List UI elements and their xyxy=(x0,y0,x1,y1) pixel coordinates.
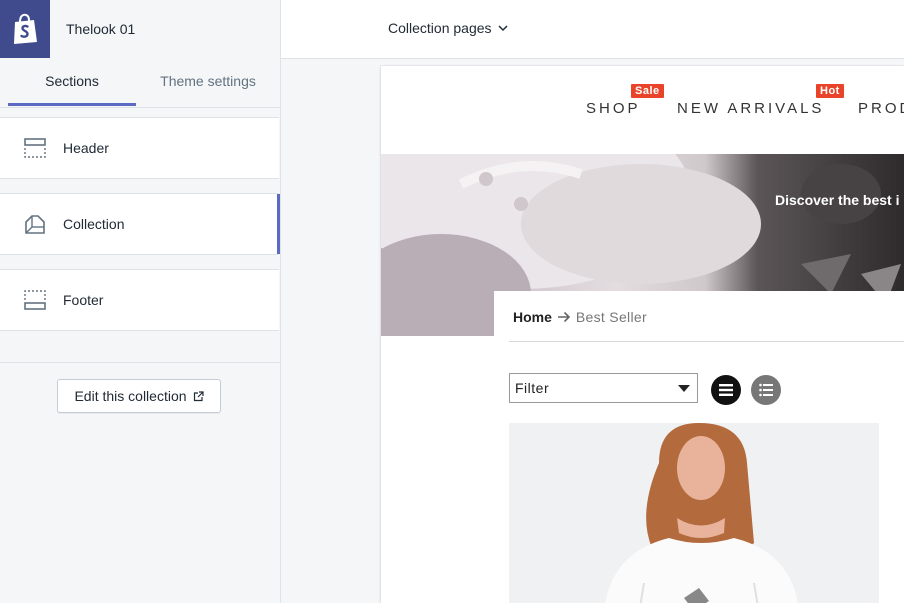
header-layout-icon xyxy=(24,138,46,158)
tab-sections[interactable]: Sections xyxy=(8,58,136,106)
topbar: Collection pages xyxy=(281,0,904,59)
nav-item-new-arrivals[interactable]: NEW ARRIVALS xyxy=(677,100,824,117)
list-view-icon xyxy=(759,383,773,397)
filter-select[interactable]: Filter xyxy=(509,373,698,403)
breadcrumb-home[interactable]: Home xyxy=(513,309,552,325)
list-view-button[interactable] xyxy=(751,375,781,405)
section-label: Header xyxy=(63,140,109,156)
store-bar: Thelook 01 xyxy=(50,0,280,59)
store-name: Thelook 01 xyxy=(66,21,136,37)
section-header[interactable]: Header xyxy=(0,117,279,179)
product-image[interactable] xyxy=(509,423,879,603)
arrow-right-icon xyxy=(557,311,571,323)
section-footer[interactable]: Footer xyxy=(0,269,279,331)
breadcrumb-divider xyxy=(509,341,904,342)
shopping-bag-icon xyxy=(14,13,37,44)
nav-label: NEW ARRIVALS xyxy=(677,100,825,117)
nav-label: SHOP xyxy=(586,100,641,117)
tab-theme-settings[interactable]: Theme settings xyxy=(136,58,280,106)
page-type-label: Collection pages xyxy=(388,20,492,36)
sidebar-tabs: Sections Theme settings xyxy=(0,58,280,108)
nav-badge-sale: Sale xyxy=(631,84,664,98)
grid-view-button[interactable] xyxy=(711,375,741,405)
grid-view-icon xyxy=(719,384,733,396)
collection-content: Home Best Seller Filter xyxy=(494,291,904,603)
shopify-logo[interactable] xyxy=(0,0,50,58)
nav-label: PROD xyxy=(858,100,904,117)
sidebar: Thelook 01 Sections Theme settings Heade… xyxy=(0,0,281,603)
external-link-icon xyxy=(193,390,204,401)
nav-badge-hot: Hot xyxy=(816,84,844,98)
banner-heading: Discover the best i xyxy=(775,192,900,208)
breadcrumb: Home Best Seller xyxy=(513,309,647,325)
section-label: Collection xyxy=(63,216,125,232)
page-type-selector[interactable]: Collection pages xyxy=(388,20,508,36)
theme-preview: SHOP Sale NEW ARRIVALS Hot PROD Discover… xyxy=(381,66,904,603)
chevron-down-icon xyxy=(497,24,508,31)
collection-layout-icon xyxy=(25,215,45,234)
edit-collection-button[interactable]: Edit this collection xyxy=(57,379,221,413)
filter-value: Filter xyxy=(515,380,550,396)
caret-down-icon xyxy=(678,385,690,392)
product-photo xyxy=(509,423,879,603)
footer-layout-icon xyxy=(24,290,46,310)
active-indicator xyxy=(277,194,280,254)
nav-item-shop[interactable]: SHOP xyxy=(586,100,641,117)
nav-item-products[interactable]: PROD xyxy=(858,100,904,117)
section-label: Footer xyxy=(63,292,104,308)
breadcrumb-current: Best Seller xyxy=(575,309,647,325)
edit-collection-label: Edit this collection xyxy=(74,388,187,404)
section-collection[interactable]: Collection xyxy=(0,193,280,255)
sidebar-divider xyxy=(0,362,280,363)
